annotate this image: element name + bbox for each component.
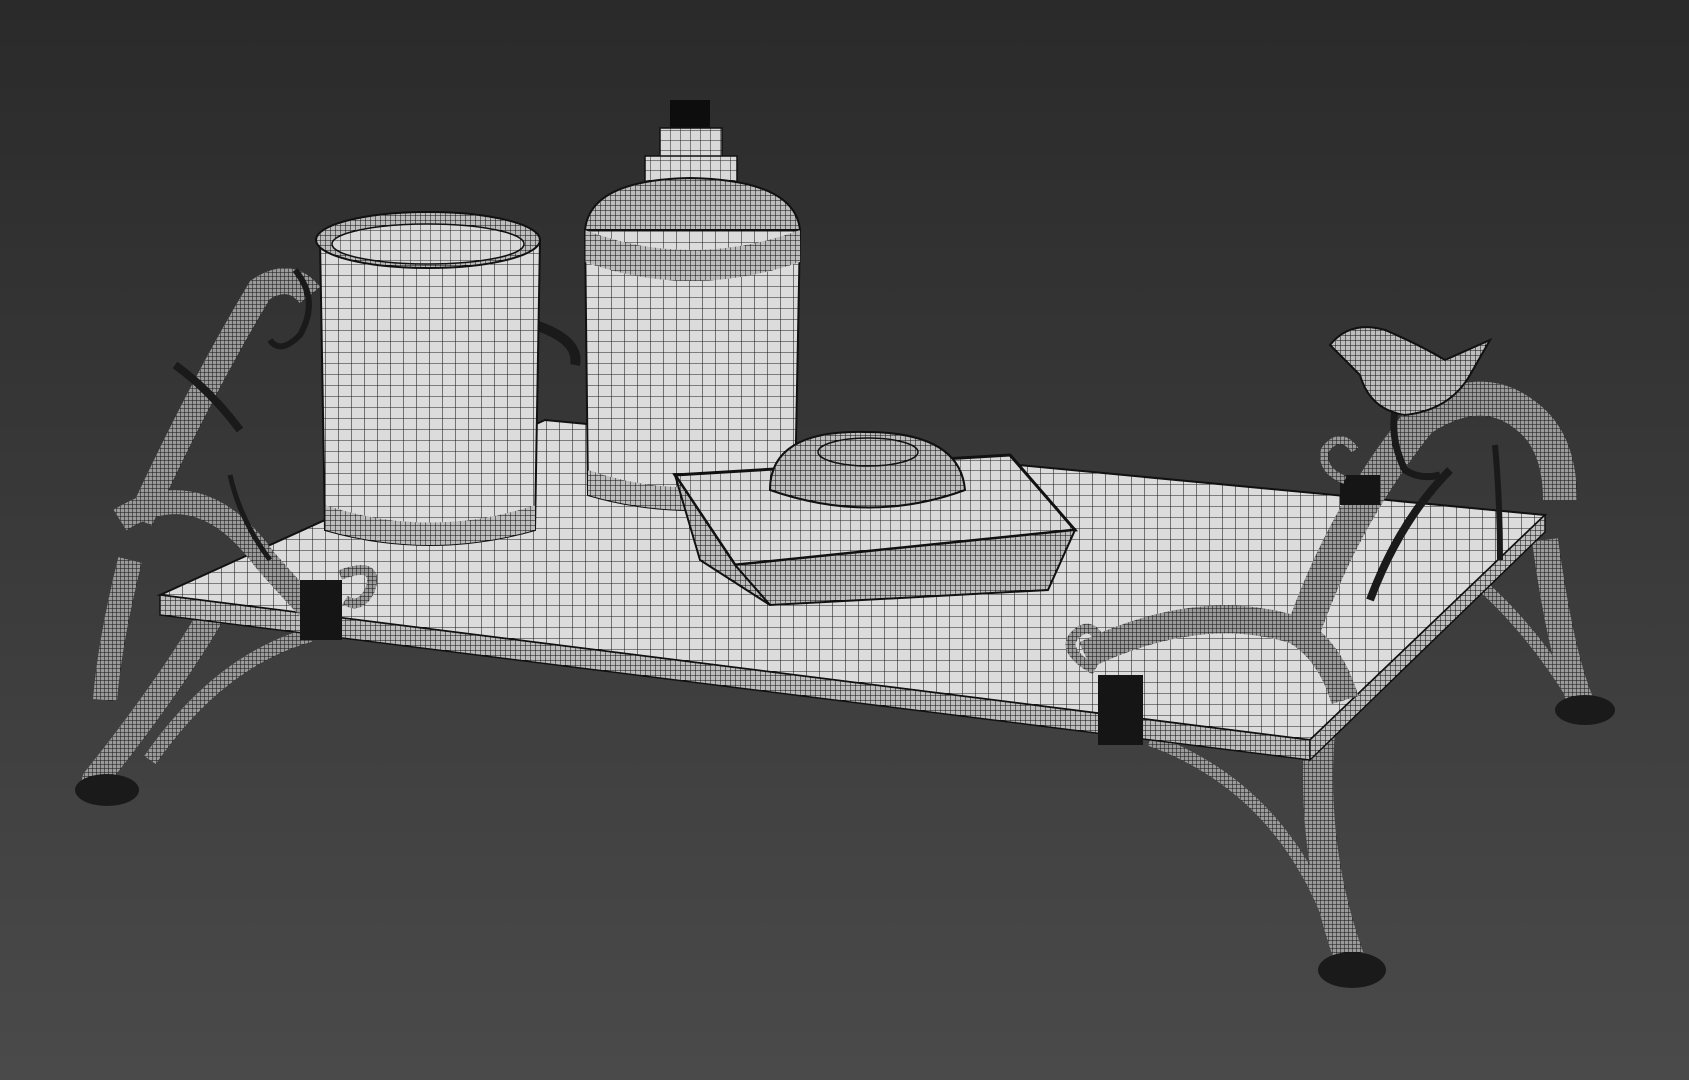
soap-dispenser [583, 100, 802, 511]
soap-bar [768, 430, 967, 509]
3d-viewport[interactable] [0, 0, 1689, 1080]
scene-render [75, 100, 1615, 988]
cup [315, 211, 581, 546]
